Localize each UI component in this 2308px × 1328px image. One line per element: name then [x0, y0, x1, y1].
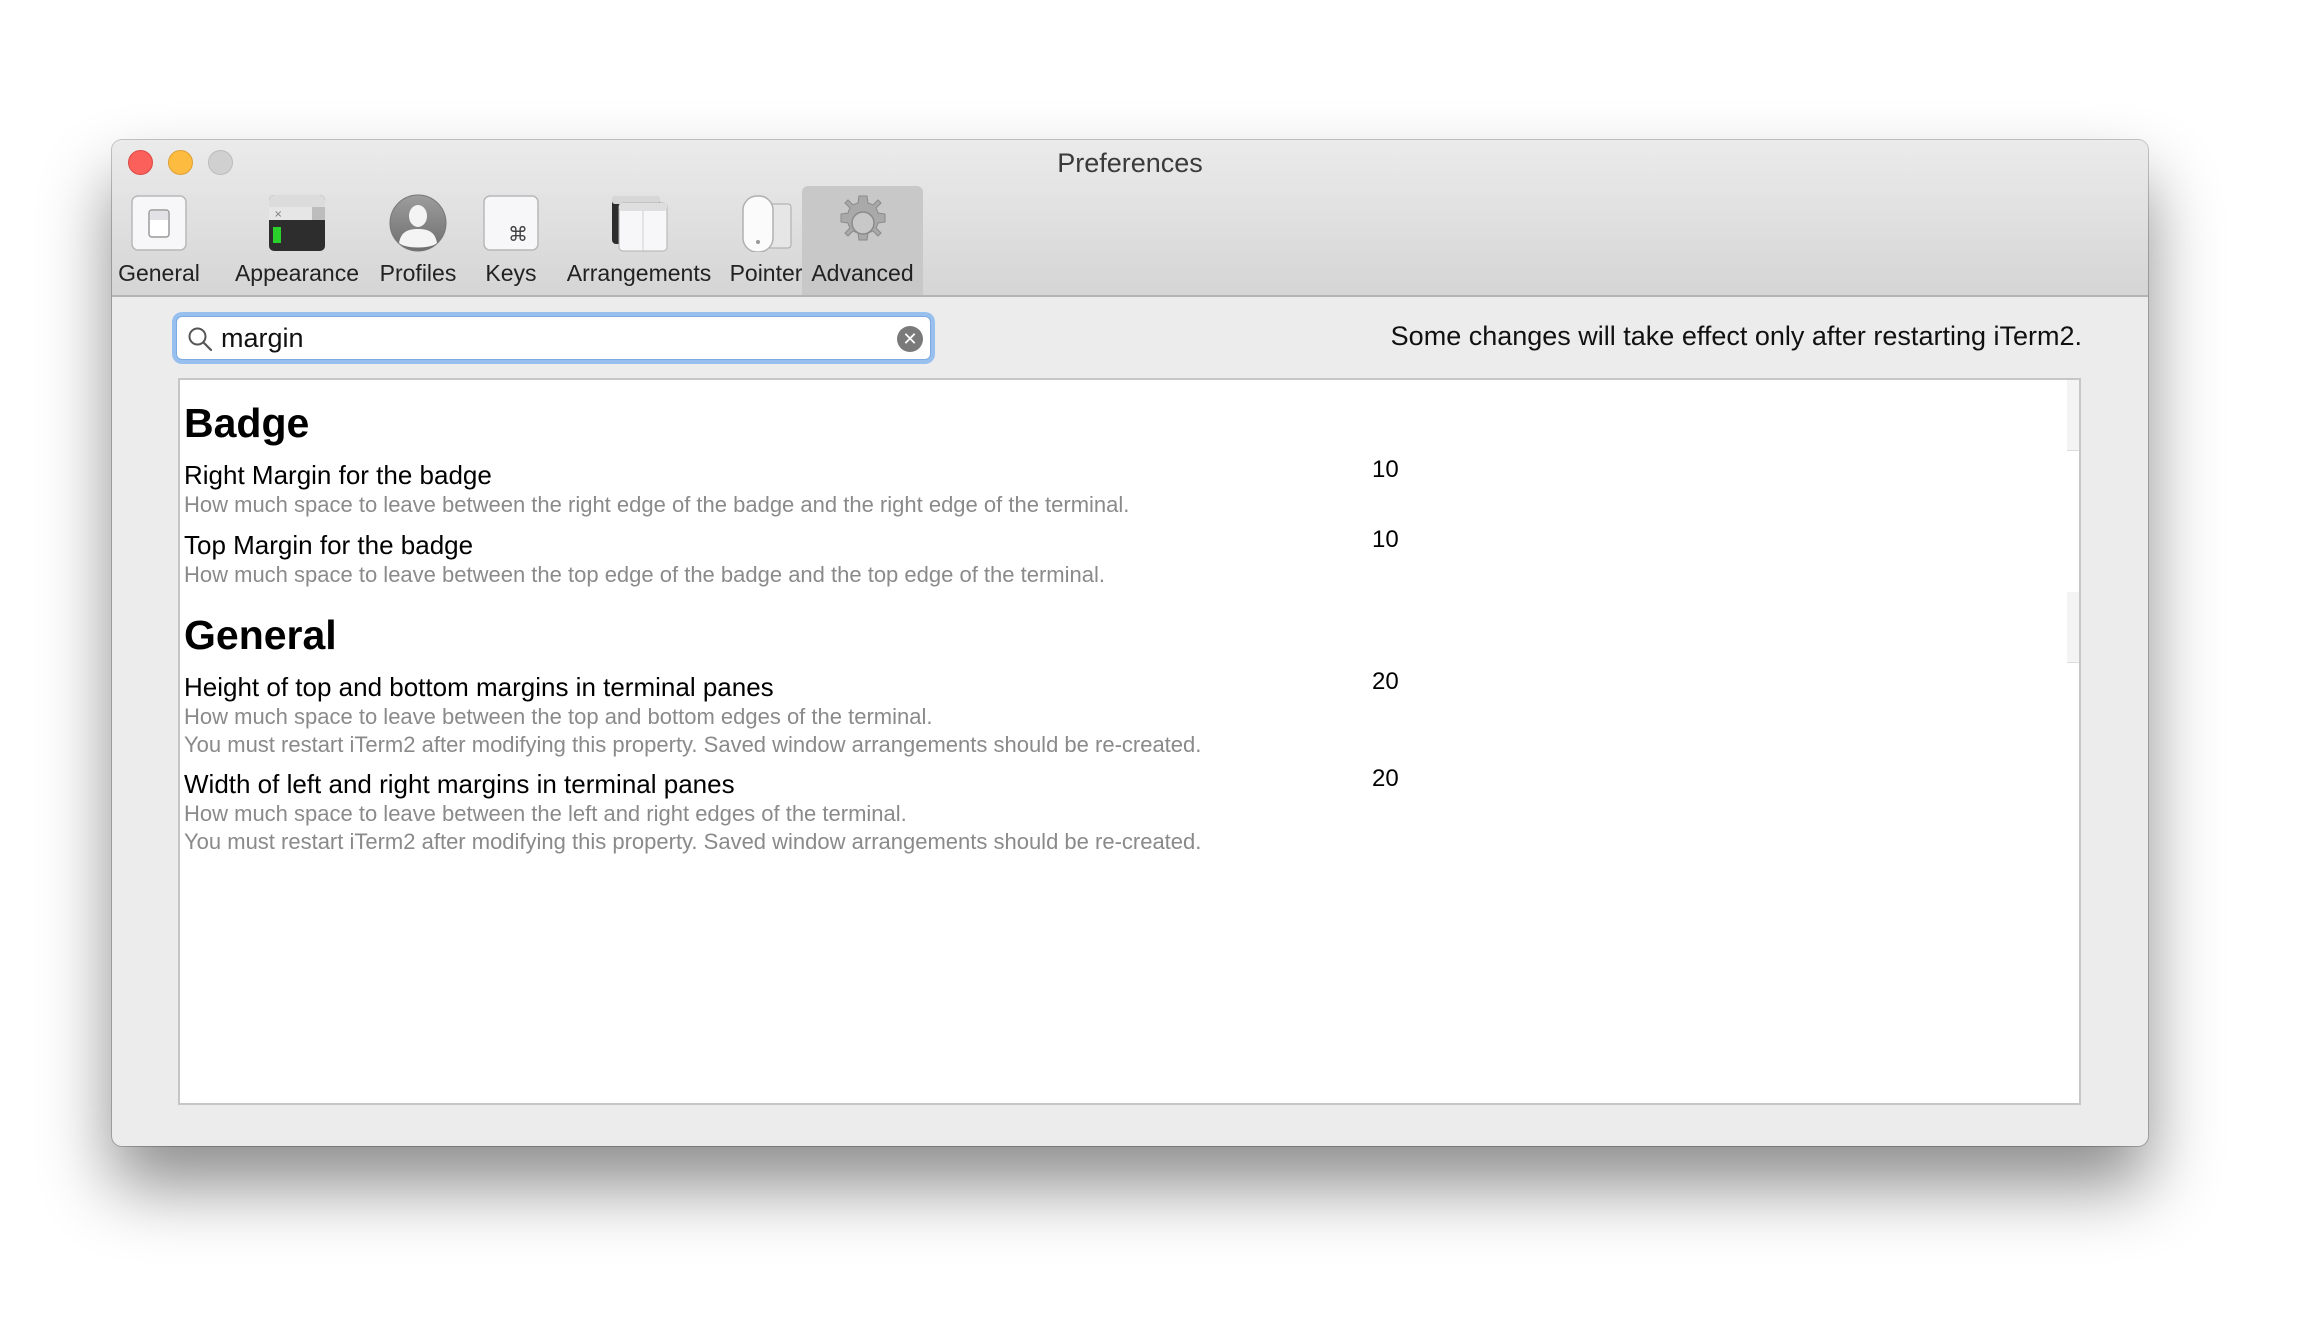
setting-title: Width of left and right margins in termi…	[184, 769, 735, 799]
title-bar: Preferences General × Appearance Profile…	[112, 140, 2148, 297]
tab-profiles[interactable]: Profiles	[370, 186, 466, 295]
setting-value[interactable]: 10	[1372, 526, 1399, 554]
tab-pointer[interactable]: Pointer	[716, 186, 816, 295]
tab-label: Arrangements	[566, 260, 712, 286]
setting-description: How much space to leave between the left…	[184, 801, 907, 826]
setting-title: Top Margin for the badge	[184, 530, 474, 560]
tab-label: Appearance	[234, 260, 360, 286]
tab-advanced[interactable]: Advanced	[802, 186, 923, 295]
restart-notice: Some changes will take effect only after…	[1390, 321, 2082, 351]
setting-description: You must restart iTerm2 after modifying …	[184, 732, 1202, 757]
setting-value[interactable]: 10	[1372, 456, 1399, 484]
search-input[interactable]	[221, 321, 861, 355]
clear-icon[interactable]: ✕	[897, 326, 923, 352]
settings-list[interactable]: Badge Right Margin for the badge How muc…	[178, 378, 2081, 1105]
tab-general[interactable]: General	[117, 186, 201, 295]
gear-icon	[840, 195, 885, 241]
tab-keys[interactable]: ⌘ Keys	[466, 186, 556, 295]
setting-description: How much space to leave between the top …	[184, 562, 1105, 587]
tab-appearance[interactable]: × Appearance	[226, 186, 368, 295]
tab-label: Pointer	[729, 260, 803, 286]
group-row-highlight	[2067, 592, 2079, 663]
switch-icon	[131, 195, 187, 251]
setting-value[interactable]: 20	[1372, 668, 1399, 696]
section-title-general: General	[184, 612, 337, 658]
preferences-window: Preferences General × Appearance Profile…	[112, 140, 2148, 1146]
window-title: Preferences	[1057, 148, 1203, 178]
section-title-badge: Badge	[184, 400, 310, 446]
terminal-window-icon: ×	[269, 195, 325, 251]
setting-title: Height of top and bottom margins in term…	[184, 672, 774, 702]
search-field[interactable]: ✕	[176, 316, 931, 360]
advanced-pane: ✕ Some changes will take effect only aft…	[112, 297, 2148, 1146]
setting-value[interactable]: 20	[1372, 765, 1399, 793]
group-row-highlight	[2067, 380, 2079, 451]
magnifier-icon	[188, 327, 213, 352]
setting-description: How much space to leave between the top …	[184, 704, 933, 729]
command-key-icon: ⌘	[483, 195, 539, 251]
tab-label: Advanced	[811, 260, 914, 286]
tab-arrangements[interactable]: Arrangements	[550, 186, 728, 295]
setting-title: Right Margin for the badge	[184, 460, 492, 490]
svg-text:⌘: ⌘	[508, 222, 528, 246]
setting-description: How much space to leave between the righ…	[184, 492, 1130, 517]
setting-description: You must restart iTerm2 after modifying …	[184, 829, 1202, 854]
tab-label: General	[118, 260, 200, 286]
mouse-icon	[742, 195, 792, 252]
svg-text:×: ×	[274, 209, 282, 220]
person-silhouette-icon	[389, 194, 447, 252]
stacked-windows-icon	[612, 196, 668, 252]
tab-label: Profiles	[379, 260, 457, 286]
tab-label: Keys	[485, 260, 537, 286]
